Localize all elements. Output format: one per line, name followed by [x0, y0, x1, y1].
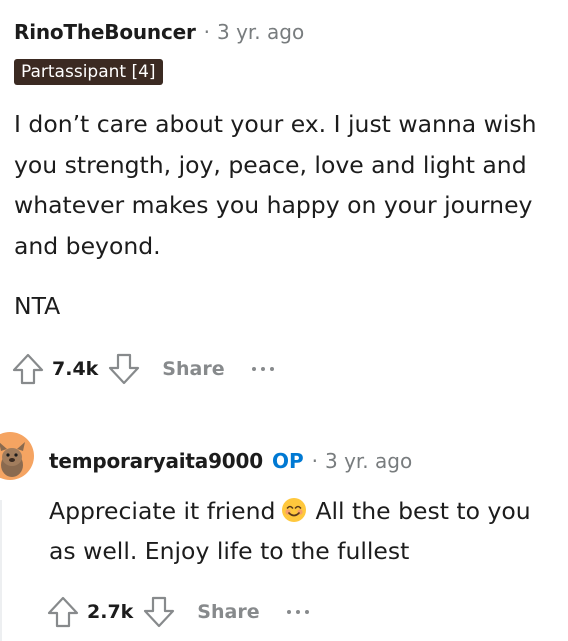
upvote-icon[interactable]: [10, 351, 46, 387]
avatar[interactable]: [0, 428, 40, 484]
comment-header: RinoTheBouncer · 3 yr. ago: [14, 18, 304, 46]
share-button[interactable]: Share: [197, 601, 259, 623]
reply-text-start: Appreciate it friend: [49, 497, 276, 525]
reply-actions: 2.7k Share: [45, 592, 309, 632]
reply-header: temporaryaita9000 OP · 3 yr. ago: [49, 446, 412, 476]
separator-dot: ·: [311, 449, 318, 473]
comment-timestamp[interactable]: 3 yr. ago: [217, 20, 304, 44]
comment-actions: 7.4k Share: [10, 349, 274, 389]
more-options-icon[interactable]: [286, 610, 309, 614]
reply-timestamp[interactable]: 3 yr. ago: [325, 449, 412, 473]
comment-paragraph: I don’t care about your ex. I just wanna…: [14, 110, 537, 260]
user-flair: Partassipant [4]: [14, 59, 163, 85]
thread-line[interactable]: [0, 500, 2, 641]
op-badge: OP: [271, 449, 304, 473]
comment-paragraph: NTA: [14, 292, 61, 320]
comment-author[interactable]: RinoTheBouncer: [14, 20, 196, 44]
smiling-face-emoji: [282, 498, 307, 522]
separator-dot: ·: [203, 20, 210, 44]
upvote-icon[interactable]: [45, 594, 81, 630]
vote-score: 7.4k: [52, 358, 99, 380]
comment-body: I don’t care about your ex. I just wanna…: [14, 104, 559, 327]
vote-score: 2.7k: [87, 601, 134, 623]
more-options-icon[interactable]: [251, 367, 274, 371]
reply-body: Appreciate it friend All the best to you…: [49, 491, 559, 571]
downvote-icon[interactable]: [106, 351, 142, 387]
downvote-icon[interactable]: [141, 594, 177, 630]
share-button[interactable]: Share: [162, 358, 224, 380]
reply-author[interactable]: temporaryaita9000: [49, 449, 263, 473]
